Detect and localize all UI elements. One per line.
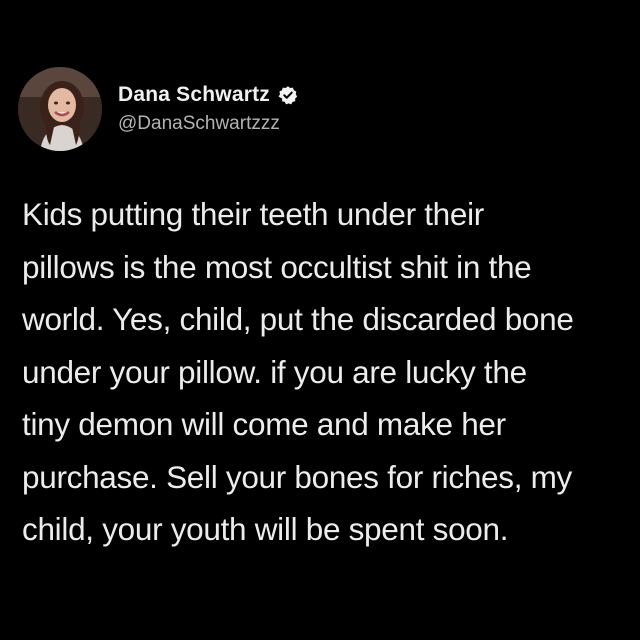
avatar[interactable]: [18, 67, 102, 151]
tweet-card: Dana Schwartz @DanaSchwartzzz Kids putti…: [0, 0, 640, 640]
author-info: Dana Schwartz @DanaSchwartzzz: [118, 83, 298, 135]
verified-badge-icon: [278, 85, 298, 105]
tweet-text: Kids putting their teeth under their pil…: [22, 196, 574, 547]
name-row: Dana Schwartz: [118, 83, 298, 107]
user-handle[interactable]: @DanaSchwartzzz: [118, 113, 298, 135]
display-name[interactable]: Dana Schwartz: [118, 83, 270, 107]
avatar-photo: [18, 67, 102, 151]
tweet-header: Dana Schwartz @DanaSchwartzzz: [18, 64, 298, 154]
